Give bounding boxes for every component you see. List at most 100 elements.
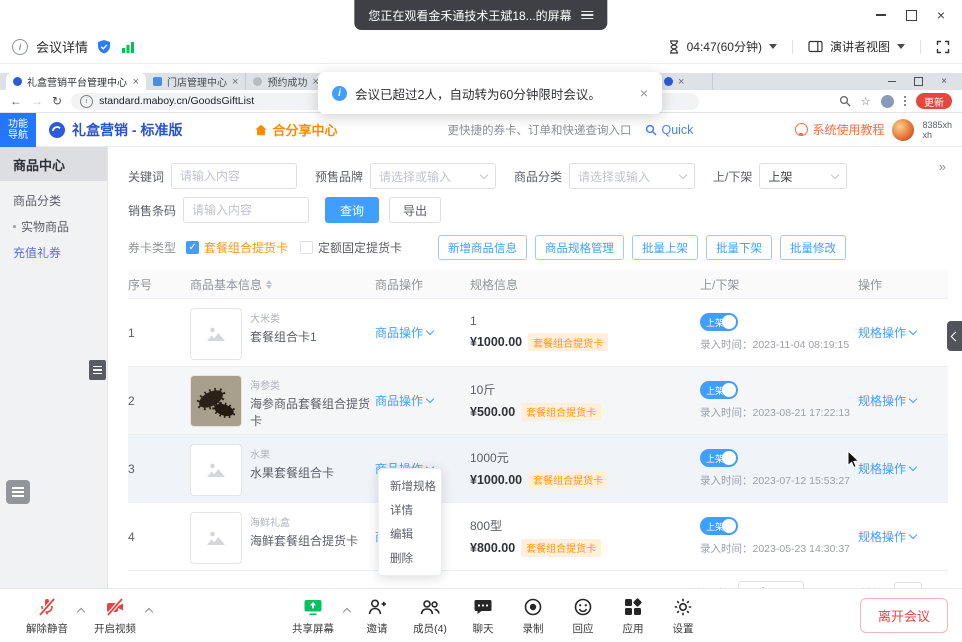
- category-select[interactable]: 请选择或输入: [569, 163, 695, 189]
- window-close-button[interactable]: ×: [926, 0, 956, 30]
- browser-maximize-button[interactable]: [908, 74, 928, 89]
- brand-select[interactable]: 请选择或输入: [370, 163, 496, 189]
- shelf-toggle[interactable]: 上架: [700, 313, 738, 331]
- keyword-input[interactable]: [171, 163, 297, 189]
- chevron-down-icon: [831, 170, 839, 178]
- back-icon[interactable]: ←: [10, 94, 22, 108]
- record-button[interactable]: 录制: [508, 596, 558, 636]
- product-action-link[interactable]: 商品操作: [375, 324, 433, 341]
- checkbox-combo-card[interactable]: ✓ 套餐组合提货卡: [186, 239, 288, 256]
- browser-menu-icon[interactable]: [904, 96, 906, 106]
- checkbox-label: 定额固定提货卡: [318, 239, 402, 256]
- function-nav-label: 功能导航: [7, 119, 29, 141]
- reaction-button[interactable]: 回应: [558, 596, 608, 636]
- menu-item-edit[interactable]: 编辑: [379, 522, 441, 546]
- mic-options-chevron[interactable]: [76, 589, 86, 642]
- tab-close-icon[interactable]: ×: [232, 76, 238, 88]
- shelf-toggle[interactable]: 上架: [700, 381, 738, 399]
- fullscreen-icon[interactable]: [936, 40, 950, 54]
- browser-profile-avatar[interactable]: [881, 95, 894, 108]
- header-info[interactable]: 商品基本信息: [190, 276, 375, 293]
- tab-close-icon[interactable]: ×: [133, 76, 139, 88]
- leave-meeting-button[interactable]: 离开会议: [860, 598, 948, 633]
- share-screen-button[interactable]: 共享屏幕: [284, 596, 342, 636]
- batch-off-shelf-button[interactable]: 批量下架: [706, 235, 772, 260]
- chat-button[interactable]: 聊天: [458, 596, 508, 636]
- timer-dropdown-icon[interactable]: [769, 44, 777, 49]
- product-image-placeholder: [190, 512, 242, 564]
- spec-action-link[interactable]: 规格操作: [858, 528, 916, 545]
- spec-manage-button[interactable]: 商品规格管理: [535, 235, 624, 260]
- shelf-toggle[interactable]: 上架: [700, 517, 738, 535]
- start-video-button[interactable]: 开启视频: [86, 596, 144, 636]
- browser-tab-active[interactable]: 礼盒营销平台管理中心 ×: [6, 73, 146, 90]
- settings-button[interactable]: 设置: [658, 596, 708, 636]
- category-placeholder: 请选择或输入: [578, 168, 650, 185]
- video-options-chevron[interactable]: [144, 589, 154, 642]
- tab-close-icon[interactable]: ×: [678, 76, 684, 88]
- window-minimize-button[interactable]: [866, 0, 896, 30]
- members-button[interactable]: 成员(4): [402, 596, 458, 636]
- chevron-down-icon: [426, 395, 434, 403]
- browser-tab[interactable]: 预约成功 ×: [246, 73, 326, 90]
- meeting-list-toggle[interactable]: [6, 480, 30, 504]
- sidebar-item-physical-goods[interactable]: 实物商品: [0, 213, 107, 239]
- checkbox-fixed-card[interactable]: 定额固定提货卡: [300, 239, 418, 256]
- table-row[interactable]: 4 海鲜礼盒 海鲜套餐组合提货卡 商品操作 800型 ¥800.00套餐组合提货…: [128, 503, 948, 571]
- menu-item-add-spec[interactable]: 新增规格: [379, 474, 441, 498]
- spec-action-link[interactable]: 规格操作: [858, 460, 916, 477]
- forward-icon[interactable]: →: [31, 94, 43, 108]
- apps-button[interactable]: 应用: [608, 596, 658, 636]
- browser-minimize-button[interactable]: [882, 74, 902, 89]
- unmute-button[interactable]: 解除静音: [18, 596, 76, 636]
- collapse-filters-icon[interactable]: »: [939, 159, 946, 174]
- network-signal-icon[interactable]: [120, 40, 136, 54]
- menu-item-delete[interactable]: 删除: [379, 546, 441, 570]
- tutorial-link[interactable]: 系统使用教程: [795, 121, 884, 138]
- invite-button[interactable]: 邀请: [352, 596, 402, 636]
- table-row[interactable]: 1 大米类 套餐组合卡1 商品操作 1 ¥1000.00套餐组合提货卡 上架 录…: [128, 299, 948, 367]
- export-button[interactable]: 导出: [389, 197, 441, 223]
- spec-action-link[interactable]: 规格操作: [858, 324, 916, 341]
- window-maximize-button[interactable]: [896, 0, 926, 30]
- browser-tab[interactable]: 门店管理中心 ×: [146, 73, 246, 90]
- zoom-icon[interactable]: [839, 95, 851, 107]
- site-info-icon[interactable]: i: [80, 95, 93, 108]
- sidebar-item-category[interactable]: 商品分类: [0, 187, 107, 213]
- meeting-toolbar-top: i 会议详情 04:47(60分钟) 演讲者视图: [0, 30, 962, 64]
- add-product-button[interactable]: 新增商品信息: [438, 235, 527, 260]
- refresh-icon[interactable]: ↻: [52, 94, 62, 108]
- security-shield-icon[interactable]: [96, 39, 112, 55]
- browser-tab-partial[interactable]: ×: [657, 73, 713, 90]
- panel-expand-handle[interactable]: [947, 321, 962, 351]
- table-row[interactable]: 3 水果 水果套餐组合卡 商品操作 1000元 ¥1000.00套餐组合提货卡 …: [128, 435, 948, 503]
- toast-close-icon[interactable]: ×: [640, 85, 648, 101]
- browser-close-button[interactable]: ×: [934, 74, 954, 89]
- meeting-timer[interactable]: 04:47(60分钟): [687, 38, 762, 55]
- meeting-details-link[interactable]: 会议详情: [36, 37, 88, 56]
- sidebar-item-gift-voucher[interactable]: 充值礼券: [0, 239, 107, 265]
- batch-edit-button[interactable]: 批量修改: [780, 235, 846, 260]
- spec-action-link[interactable]: 规格操作: [858, 392, 916, 409]
- function-nav-button[interactable]: 功能导航: [0, 113, 36, 147]
- table-row[interactable]: 2 海参类 海参商品套餐组合提货卡 商品操作 10斤 ¥500.00套餐组合提货…: [128, 367, 948, 435]
- search-button[interactable]: 查询: [325, 197, 379, 223]
- product-action-link[interactable]: 商品操作: [375, 392, 433, 409]
- share-options-chevron[interactable]: [342, 589, 352, 642]
- shelf-toggle[interactable]: 上架: [700, 449, 738, 467]
- batch-on-shelf-button[interactable]: 批量上架: [632, 235, 698, 260]
- banner-menu-icon[interactable]: [582, 11, 594, 20]
- menu-item-details[interactable]: 详情: [379, 498, 441, 522]
- quick-search-link[interactable]: Quick: [645, 123, 693, 137]
- barcode-input[interactable]: [183, 197, 309, 223]
- shelf-select[interactable]: 上架: [759, 163, 847, 189]
- share-center-link[interactable]: 合分享中心: [254, 120, 337, 139]
- user-avatar[interactable]: [892, 119, 914, 141]
- sort-icon[interactable]: [266, 280, 272, 289]
- view-mode-select[interactable]: 演讲者视图: [830, 38, 890, 55]
- view-dropdown-icon[interactable]: [897, 44, 905, 49]
- header-shelf: 上/下架: [700, 276, 858, 293]
- bookmark-star-icon[interactable]: ☆: [861, 95, 871, 108]
- sidebar-collapse-handle[interactable]: [89, 360, 106, 380]
- browser-update-button[interactable]: 更新: [916, 93, 952, 109]
